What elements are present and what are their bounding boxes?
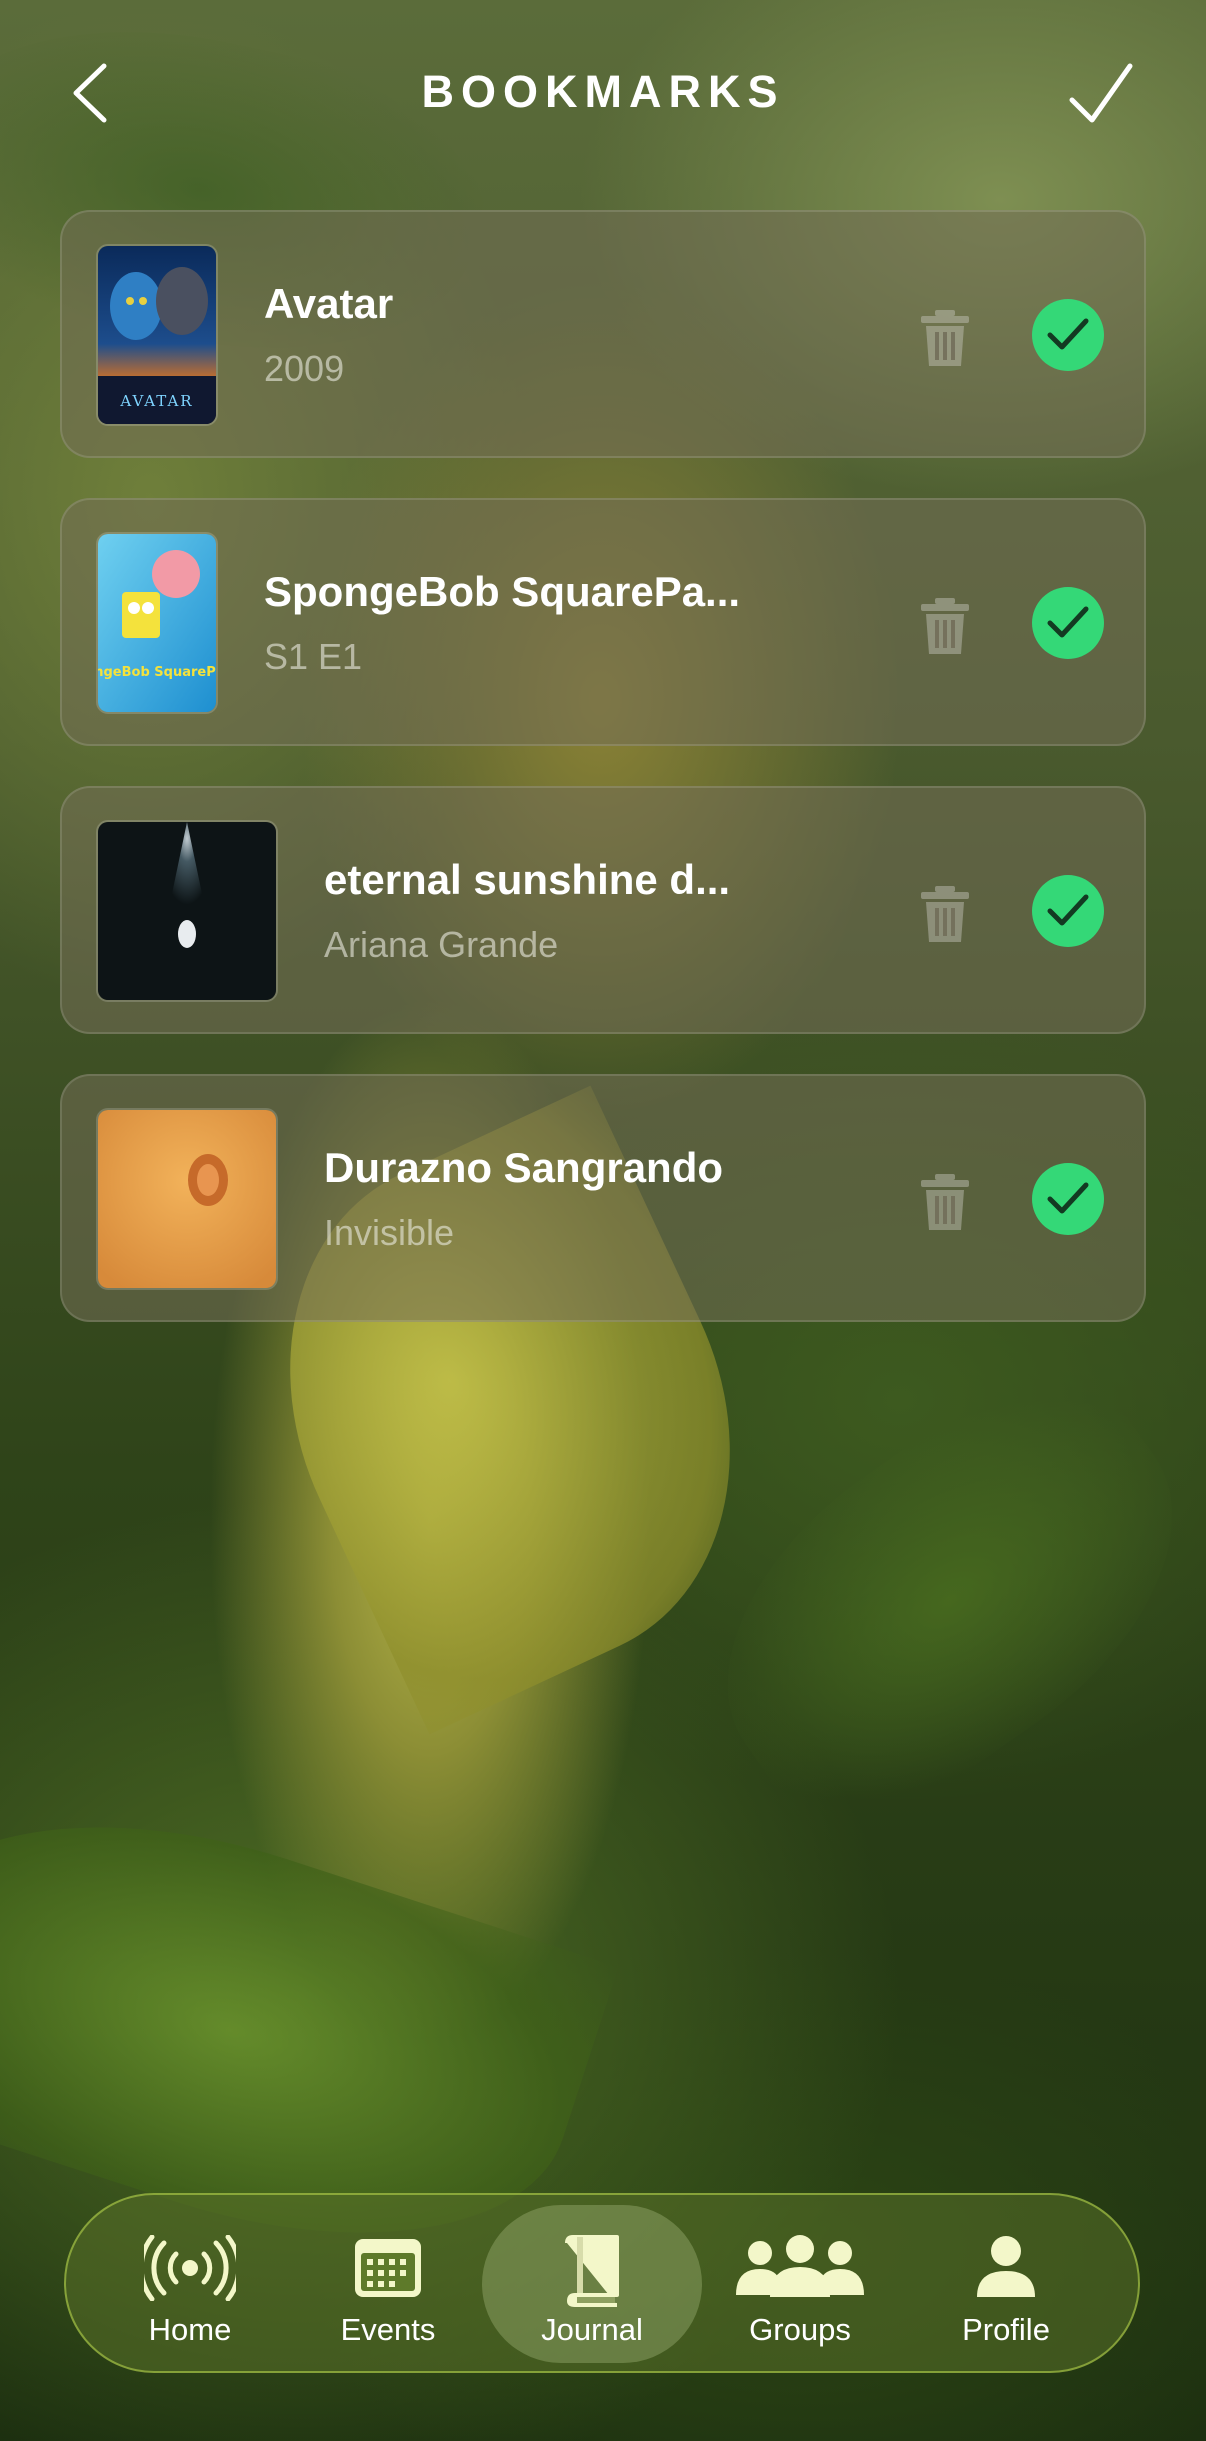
bookmark-subtitle: Ariana Grande [324, 924, 559, 965]
person-icon [977, 2236, 1035, 2297]
bookmark-title: eternal sunshine d... [324, 856, 731, 903]
trash-icon [921, 598, 969, 654]
bookmark-card[interactable]: eternal sunshine d... Ariana Grande [60, 786, 1146, 1034]
album-cover [96, 1108, 278, 1290]
delete-button[interactable] [917, 596, 973, 656]
tab-journal[interactable]: Journal [502, 2195, 682, 2371]
checked-toggle[interactable] [1032, 1163, 1104, 1235]
bookmark-subtitle: S1 E1 [264, 636, 363, 677]
bookmark-card[interactable]: AVATAR Avatar 2009 [60, 210, 1146, 458]
tab-label: Profile [962, 2312, 1050, 2347]
checkmark-icon [1047, 606, 1089, 638]
header: BOOKMARKS [0, 0, 1206, 190]
bookmark-title: SpongeBob SquarePa... [264, 568, 741, 615]
tab-bar: Home Events Journal Groups Profile [64, 2193, 1140, 2373]
bookmark-title: Durazno Sangrando [324, 1144, 724, 1191]
tv-poster: SpongeBob SquarePants [96, 532, 218, 714]
tab-label: Journal [541, 2312, 643, 2347]
tab-label: Events [340, 2312, 436, 2347]
calendar-icon [355, 2239, 421, 2297]
done-button[interactable] [1066, 60, 1136, 130]
tab-label: Home [148, 2312, 232, 2347]
tab-events[interactable]: Events [300, 2195, 476, 2371]
book-icon [565, 2235, 619, 2307]
tab-home[interactable]: Home [102, 2195, 278, 2371]
page-title: BOOKMARKS [421, 66, 785, 117]
delete-button[interactable] [917, 1172, 973, 1232]
trash-icon [921, 310, 969, 366]
leaf-shape [659, 1333, 1206, 1867]
tab-groups[interactable]: Groups [710, 2195, 890, 2371]
poster-text: SpongeBob SquarePants [98, 665, 216, 680]
tab-label: Groups [749, 2312, 851, 2347]
bookmark-title: Avatar [264, 280, 394, 327]
checkmark-icon [1047, 318, 1089, 350]
checkmark-icon [1047, 894, 1089, 926]
checkmark-icon [1047, 1182, 1089, 1214]
checked-toggle[interactable] [1032, 299, 1104, 371]
group-icon [736, 2235, 864, 2297]
delete-button[interactable] [917, 884, 973, 944]
movie-poster: AVATAR [96, 244, 218, 426]
checked-toggle[interactable] [1032, 587, 1104, 659]
album-cover [96, 820, 278, 1002]
bookmark-list: AVATAR Avatar 2009 geBob SquareP SpongeB… [60, 210, 1146, 1362]
bookmark-subtitle: Invisible [324, 1212, 455, 1253]
tab-profile[interactable]: Profile [916, 2195, 1096, 2371]
trash-icon [921, 1174, 969, 1230]
bookmark-card[interactable]: SpongeBob SquarePants SpongeBob SquarePa… [60, 498, 1146, 746]
checked-toggle[interactable] [1032, 875, 1104, 947]
poster-text: AVATAR [119, 392, 193, 410]
delete-button[interactable] [917, 308, 973, 368]
checkmark-icon [1069, 63, 1133, 123]
broadcast-icon [144, 2235, 236, 2301]
bookmark-subtitle: 2009 [264, 348, 345, 389]
trash-icon [921, 886, 969, 942]
bookmark-card[interactable]: Durazno Sangrando Invisible [60, 1074, 1146, 1322]
